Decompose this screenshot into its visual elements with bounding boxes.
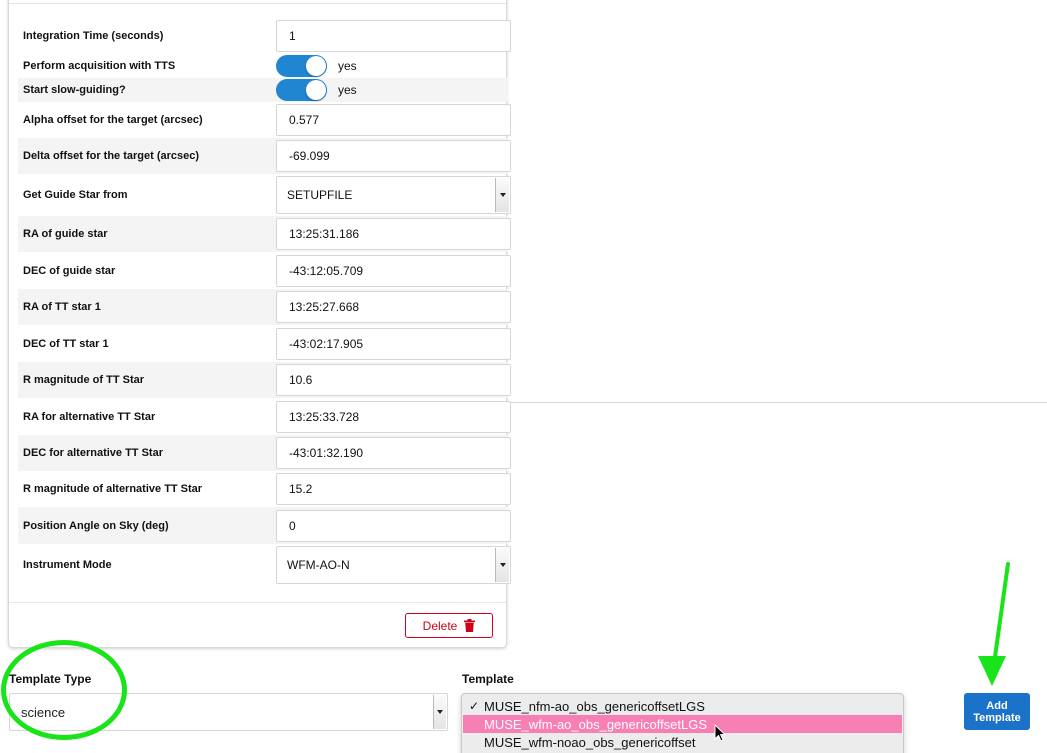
alpha-offset-input[interactable]: 0.577 [276, 104, 511, 136]
template-type-label: Template Type [9, 672, 92, 686]
toggle-knob [306, 56, 326, 76]
field-label: Instrument Mode [23, 559, 112, 571]
template-option-highlighted[interactable]: MUSE_wfm-ao_obs_genericoffsetLGS [463, 715, 902, 733]
delete-button[interactable]: Delete [405, 613, 493, 638]
toggle-state: yes [338, 83, 357, 97]
field-label: DEC for alternative TT Star [23, 447, 163, 459]
field-label: RA for alternative TT Star [23, 410, 156, 423]
field-label: Integration Time (seconds) [23, 30, 164, 42]
position-angle-input[interactable]: 0 [276, 509, 511, 542]
template-parameters-card: Integration Time (seconds) 1 Perform acq… [8, 0, 511, 648]
acquisition-tts-toggle[interactable] [276, 55, 327, 77]
rmag-alt-tt-star-input[interactable]: 15.2 [276, 473, 511, 505]
row-alpha-offset: Alpha offset for the target (arcsec) 0.5… [18, 102, 511, 138]
field-label: R magnitude of alternative TT Star [23, 483, 203, 495]
row-ra-guide-star: RA of guide star 13:25:31.186 [18, 216, 511, 252]
guide-star-source-select[interactable]: SETUPFILE [276, 176, 511, 214]
row-rmag-tt-star: R magnitude of TT Star 10.6 [18, 362, 511, 398]
option-label: MUSE_nfm-ao_obs_genericoffsetLGS [484, 698, 705, 714]
field-value: -69.099 [289, 149, 330, 163]
row-acquisition-tts: Perform acquisition with TTS yes [18, 54, 508, 78]
row-integration-time: Integration Time (seconds) 1 [18, 17, 511, 55]
row-slow-guiding: Start slow-guiding? yes [18, 78, 508, 102]
selected-value: science [21, 704, 66, 720]
add-template-label-line2: Template [973, 711, 1021, 724]
field-label: Get Guide Star from [23, 189, 128, 201]
delete-label: Delete [422, 618, 458, 633]
slow-guiding-toggle[interactable] [276, 79, 327, 101]
selected-value: SETUPFILE [287, 188, 353, 202]
ra-alt-tt-star-input[interactable]: 13:25:33.728 [276, 400, 511, 433]
template-dropdown-menu[interactable]: ✓ MUSE_nfm-ao_obs_genericoffsetLGS MUSE_… [461, 693, 904, 753]
field-value: -43:02:17.905 [289, 336, 364, 351]
field-value: 13:25:27.668 [289, 300, 360, 314]
field-value: 13:25:33.728 [289, 409, 360, 424]
selected-value: WFM-AO-N [287, 558, 350, 572]
dec-alt-tt-star-input[interactable]: -43:01:32.190 [276, 437, 511, 469]
chevron-down-icon[interactable] [495, 548, 509, 582]
row-guide-star-source: Get Guide Star from SETUPFILE [18, 174, 511, 216]
option-label: MUSE_wfm-ao_obs_genericoffsetLGS [484, 716, 708, 732]
row-dec-tt-star-1: DEC of TT star 1 -43:02:17.905 [18, 325, 511, 362]
rmag-tt-star-input[interactable]: 10.6 [276, 364, 511, 396]
field-value: 0.577 [289, 113, 320, 127]
field-label: DEC of TT star 1 [23, 337, 109, 350]
field-label: RA of guide star [23, 228, 108, 240]
row-instrument-mode: Instrument Mode WFM-AO-N [18, 544, 511, 586]
field-value: 13:25:31.186 [289, 227, 360, 241]
card-footer-divider [9, 602, 506, 603]
template-type-select[interactable]: science [9, 693, 448, 731]
field-label: R magnitude of TT Star [23, 374, 144, 386]
add-template-label-line1: Add [986, 699, 1008, 712]
row-dec-guide-star: DEC of guide star -43:12:05.709 [18, 252, 511, 289]
annotation-arrow-icon [978, 562, 1010, 686]
template-option[interactable]: MUSE_wfm-noao_obs_genericoffset [463, 733, 902, 751]
chevron-down-icon[interactable] [495, 178, 509, 212]
toggle-state: yes [338, 59, 357, 73]
page: Integration Time (seconds) 1 Perform acq… [0, 0, 1047, 753]
row-ra-alt-tt-star: RA for alternative TT Star 13:25:33.728 [18, 398, 511, 435]
row-ra-tt-star-1: RA of TT star 1 13:25:27.668 [18, 289, 511, 325]
template-label: Template [462, 672, 514, 686]
option-label: MUSE_wfm-noao_obs_genericoffset [484, 734, 696, 750]
delta-offset-input[interactable]: -69.099 [276, 140, 511, 172]
field-label: Start slow-guiding? [23, 84, 126, 96]
field-value: 10.6 [289, 373, 313, 387]
template-option[interactable]: ✓ MUSE_nfm-ao_obs_genericoffsetLGS [463, 697, 902, 715]
row-position-angle: Position Angle on Sky (deg) 0 [18, 507, 511, 544]
field-value: 0 [289, 518, 296, 533]
integration-time-input[interactable]: 1 [276, 20, 511, 52]
field-value: 1 [289, 29, 296, 43]
add-template-button[interactable]: Add Template [964, 693, 1030, 730]
field-label: RA of TT star 1 [23, 301, 101, 313]
card-top-divider [9, 3, 506, 4]
field-label: Delta offset for the target (arcsec) [23, 150, 200, 162]
field-label: Position Angle on Sky (deg) [23, 519, 169, 532]
field-label: Perform acquisition with TTS [23, 60, 176, 72]
field-label: Alpha offset for the target (arcsec) [23, 114, 203, 126]
divider-line [507, 402, 1047, 403]
mouse-cursor-icon [714, 724, 726, 742]
dec-tt-star-1-input[interactable]: -43:02:17.905 [276, 327, 511, 360]
field-value: 15.2 [289, 482, 313, 496]
field-value: -43:01:32.190 [289, 446, 364, 460]
row-delta-offset: Delta offset for the target (arcsec) -69… [18, 138, 511, 174]
instrument-mode-select[interactable]: WFM-AO-N [276, 546, 511, 584]
row-rmag-alt-tt-star: R magnitude of alternative TT Star 15.2 [18, 471, 511, 507]
field-label: DEC of guide star [23, 264, 116, 277]
toggle-knob [306, 80, 326, 100]
ra-tt-star-1-input[interactable]: 13:25:27.668 [276, 291, 511, 323]
field-value: -43:12:05.709 [289, 263, 364, 278]
dec-guide-star-input[interactable]: -43:12:05.709 [276, 254, 511, 287]
chevron-down-icon[interactable] [433, 695, 446, 729]
checkmark-icon: ✓ [469, 699, 480, 713]
trash-icon [464, 619, 476, 632]
ra-guide-star-input[interactable]: 13:25:31.186 [276, 218, 511, 250]
row-dec-alt-tt-star: DEC for alternative TT Star -43:01:32.19… [18, 435, 511, 471]
